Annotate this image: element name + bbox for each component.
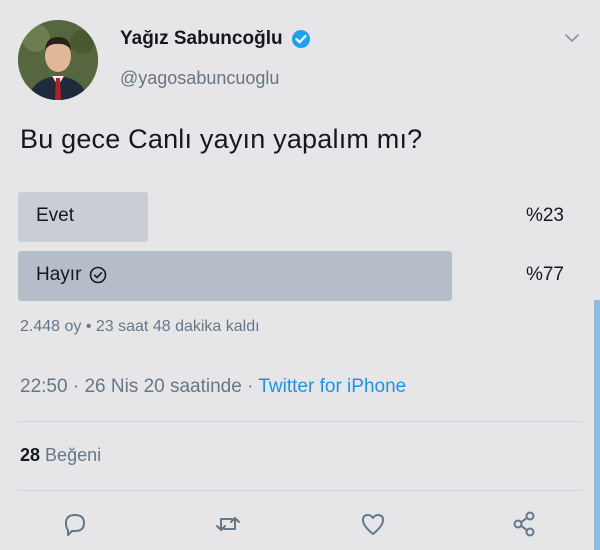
timestamp-separator: · (67, 376, 85, 397)
poll-option-percent: %23 (525, 205, 564, 226)
divider (18, 421, 582, 422)
poll-meta-separator: • (81, 318, 96, 335)
poll-meta: 2.448 oy • 23 saat 48 dakika kaldı (20, 318, 260, 336)
tweet-date[interactable]: 26 Nis 20 saatinde (84, 376, 241, 397)
author-name-row: Yağız Sabuncoğlu (120, 28, 311, 50)
poll-option-hayir: Hayır %77 (18, 251, 582, 301)
chevron-down-icon[interactable] (562, 28, 582, 48)
poll-option-evet: Evet %23 (18, 192, 582, 242)
action-bar (0, 505, 600, 545)
poll: Evet %23 Hayır %77 (18, 192, 582, 310)
like-icon[interactable] (358, 509, 388, 539)
tweet-text: Bu gece Canlı yayın yapalım mı? (20, 124, 423, 154)
tweet-source-link[interactable]: Twitter for iPhone (258, 376, 406, 397)
likes-count[interactable]: 28 Beğeni (20, 445, 101, 466)
poll-time-left: 23 saat 48 dakika kaldı (95, 318, 260, 335)
likes-label: Beğeni (45, 445, 102, 465)
poll-option-label: Evet (36, 205, 74, 227)
retweet-icon[interactable] (213, 509, 243, 539)
timestamp-separator: · (241, 376, 259, 397)
poll-option-text: Hayır (36, 264, 82, 285)
avatar[interactable] (18, 20, 98, 100)
poll-option-text: Evet (36, 205, 75, 226)
divider (18, 490, 582, 491)
tweet-timestamp-row: 22:50 · 26 Nis 20 saatinde · Twitter for… (20, 376, 406, 398)
scroll-indicator (594, 300, 600, 550)
reply-icon[interactable] (60, 509, 90, 539)
author-display-name[interactable]: Yağız Sabuncoğlu (120, 28, 283, 50)
poll-option-percent: %77 (525, 264, 564, 285)
poll-vote-count: 2.448 oy (20, 318, 82, 335)
poll-option-label: Hayır (36, 264, 107, 286)
tweet-time[interactable]: 22:50 (20, 376, 68, 397)
share-icon[interactable] (510, 509, 540, 539)
verified-badge-icon (291, 29, 311, 49)
check-circle-icon (89, 266, 107, 284)
likes-number: 28 (20, 445, 41, 465)
tweet-card: Yağız Sabuncoğlu @yagosabuncuoglu Bu gec… (0, 0, 600, 550)
author-handle[interactable]: @yagosabuncuoglu (120, 68, 279, 89)
